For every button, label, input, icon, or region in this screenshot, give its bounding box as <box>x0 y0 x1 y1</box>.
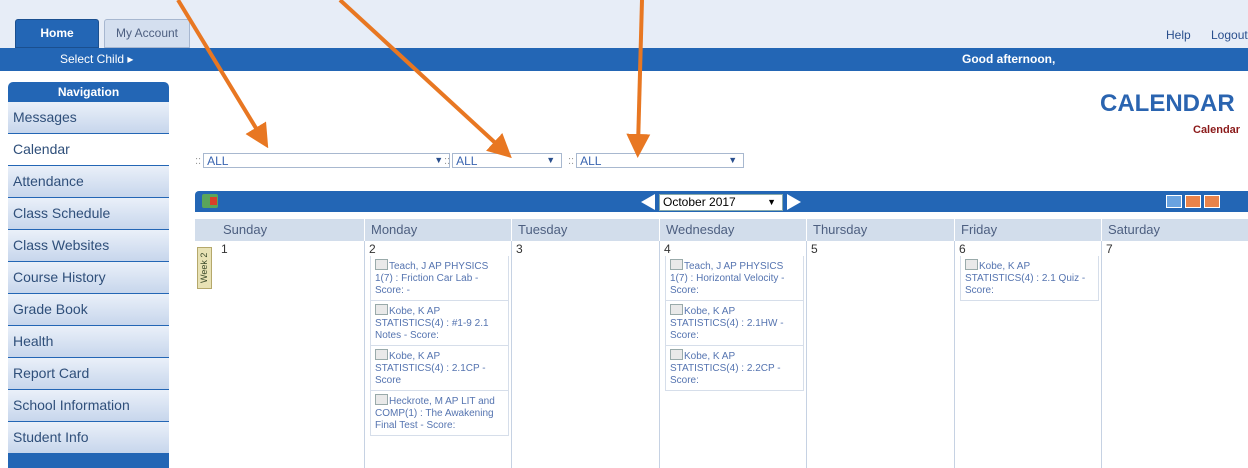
chevron-down-icon: ▼ <box>767 197 776 207</box>
previous-month-arrow-icon[interactable] <box>641 194 655 210</box>
day-header-friday: Friday <box>955 219 1102 241</box>
day-cell-thursday[interactable]: 5 <box>807 241 955 468</box>
filter-select-2-value: ALL <box>456 154 478 168</box>
filter-select-1[interactable]: ALL ▼ <box>203 153 451 168</box>
filter-select-3[interactable]: ALL ▼ <box>576 153 745 168</box>
calendar-export-icon[interactable] <box>202 194 218 208</box>
day-header-thursday: Thursday <box>807 219 955 241</box>
page-title: CALENDAR <box>1100 90 1235 117</box>
sidebar-item-class-websites[interactable]: Class Websites <box>8 230 169 261</box>
month-select-value: October 2017 <box>663 195 736 209</box>
calendar-event[interactable]: Kobe, K AP STATISTICS(4) : 2.1 Quiz - Sc… <box>960 256 1099 301</box>
assignment-icon <box>375 304 388 315</box>
top-header: Home My Account Help Logout <box>0 0 1248 48</box>
day-cell-friday[interactable]: 6 Kobe, K AP STATISTICS(4) : 2.1 Quiz - … <box>955 241 1102 468</box>
sidebar-item-calendar[interactable]: Calendar <box>8 134 169 165</box>
week-view-icon[interactable] <box>1185 195 1201 208</box>
month-view-icon[interactable] <box>1204 195 1220 208</box>
calendar-event[interactable]: Teach, J AP PHYSICS 1(7) : Horizontal Ve… <box>665 256 804 301</box>
calendar-event[interactable]: Kobe, K AP STATISTICS(4) : 2.1HW - Score… <box>665 301 804 346</box>
event-text: Heckrote, M AP LIT and COMP(1) : The Awa… <box>375 396 495 431</box>
calendar-toolbar: October 2017 ▼ <box>195 191 1248 212</box>
date-number: 2 <box>369 242 376 256</box>
filter-group-1: :: ALL ▼ <box>195 153 451 170</box>
day-header-wednesday: Wednesday <box>660 219 807 241</box>
day-cell-sunday[interactable]: 1 <box>217 241 365 468</box>
month-select[interactable]: October 2017 ▼ <box>659 194 783 211</box>
sidebar-item-class-schedule[interactable]: Class Schedule <box>8 198 169 229</box>
calendar-event[interactable]: Kobe, K AP STATISTICS(4) : 2.2CP - Score… <box>665 346 804 391</box>
chevron-down-icon: ▼ <box>434 155 444 165</box>
sidebar-item-attendance[interactable]: Attendance <box>8 166 169 197</box>
calendar-day-headers: Sunday Monday Tuesday Wednesday Thursday… <box>195 219 1248 241</box>
chevron-down-icon: ▼ <box>728 155 738 165</box>
breadcrumb: Calendar <box>1193 124 1241 136</box>
week-label[interactable]: Week 2 <box>197 247 212 289</box>
assignment-icon <box>670 259 683 270</box>
sidebar-item-course-history[interactable]: Course History <box>8 262 169 293</box>
assignment-icon <box>670 304 683 315</box>
date-number: 1 <box>221 242 228 256</box>
calendar-event[interactable]: Kobe, K AP STATISTICS(4) : 2.1CP - Score <box>370 346 509 391</box>
event-text: Kobe, K AP STATISTICS(4) : 2.1 Quiz - Sc… <box>965 261 1086 296</box>
date-number: 3 <box>516 242 523 256</box>
day-header-saturday: Saturday <box>1108 222 1161 237</box>
sidebar-item-student-info[interactable]: Student Info <box>8 422 169 453</box>
day-view-icon[interactable] <box>1166 195 1182 208</box>
greeting-text: Good afternoon, <box>962 52 1056 66</box>
sidebar-item-grade-book[interactable]: Grade Book <box>8 294 169 325</box>
day-header-monday: Monday <box>365 219 512 241</box>
assignment-icon <box>965 259 978 270</box>
event-text: Kobe, K AP STATISTICS(4) : #1-9 2.1 Note… <box>375 306 489 341</box>
assignment-icon <box>375 349 388 360</box>
filter-select-2[interactable]: ALL ▼ <box>452 153 563 168</box>
help-link[interactable]: Help <box>1166 28 1191 42</box>
filter-select-3-value: ALL <box>580 154 602 168</box>
event-text: Teach, J AP PHYSICS 1(7) : Friction Car … <box>375 261 489 296</box>
day-header-sunday: Sunday <box>217 219 365 241</box>
logout-link[interactable]: Logout <box>1211 28 1248 42</box>
tab-my-account[interactable]: My Account <box>104 19 190 48</box>
chevron-down-icon: ▼ <box>546 155 556 165</box>
sidebar-item-messages[interactable]: Messages <box>8 102 169 133</box>
event-text: Kobe, K AP STATISTICS(4) : 2.1HW - Score… <box>670 306 784 341</box>
sidebar-heading: Navigation <box>57 85 120 99</box>
day-cell-saturday[interactable]: 7 <box>1102 241 1248 468</box>
assignment-icon <box>375 259 388 270</box>
calendar-event[interactable]: Heckrote, M AP LIT and COMP(1) : The Awa… <box>370 391 509 436</box>
sidebar-item-report-card[interactable]: Report Card <box>8 358 169 389</box>
filter-separator: :: <box>568 155 575 167</box>
sidebar-navigation: Navigation Messages Calendar Attendance … <box>8 82 169 468</box>
status-bar: Select Child ▸ Good afternoon, <box>0 48 1248 71</box>
date-number: 6 <box>959 242 966 256</box>
tab-home[interactable]: Home <box>15 19 99 48</box>
week-column: Week 2 <box>195 241 218 468</box>
assignment-icon <box>375 394 388 405</box>
filter-select-1-value: ALL <box>207 154 229 168</box>
assignment-icon <box>670 349 683 360</box>
sidebar-item-health[interactable]: Health <box>8 326 169 357</box>
day-cell-wednesday[interactable]: 4 Teach, J AP PHYSICS 1(7) : Horizontal … <box>660 241 807 468</box>
day-cell-monday[interactable]: 2 Teach, J AP PHYSICS 1(7) : Friction Ca… <box>365 241 512 468</box>
filter-separator: :: <box>444 155 451 167</box>
day-cell-tuesday[interactable]: 3 <box>512 241 660 468</box>
date-number: 5 <box>811 242 818 256</box>
next-month-arrow-icon[interactable] <box>787 194 801 210</box>
event-text: Teach, J AP PHYSICS 1(7) : Horizontal Ve… <box>670 261 785 296</box>
filter-group-3: :: ALL ▼ <box>568 153 745 170</box>
filter-separator: :: <box>195 155 202 167</box>
event-text: Kobe, K AP STATISTICS(4) : 2.2CP - Score… <box>670 351 781 386</box>
select-child-button[interactable]: Select Child ▸ <box>60 52 133 66</box>
date-number: 7 <box>1106 242 1113 256</box>
day-header-tuesday: Tuesday <box>512 219 660 241</box>
calendar-event[interactable]: Kobe, K AP STATISTICS(4) : #1-9 2.1 Note… <box>370 301 509 346</box>
date-number: 4 <box>664 242 671 256</box>
sidebar-item-school-information[interactable]: School Information <box>8 390 169 421</box>
calendar-event[interactable]: Teach, J AP PHYSICS 1(7) : Friction Car … <box>370 256 509 301</box>
filter-group-2: :: ALL ▼ <box>444 153 563 170</box>
event-text: Kobe, K AP STATISTICS(4) : 2.1CP - Score <box>375 351 486 386</box>
